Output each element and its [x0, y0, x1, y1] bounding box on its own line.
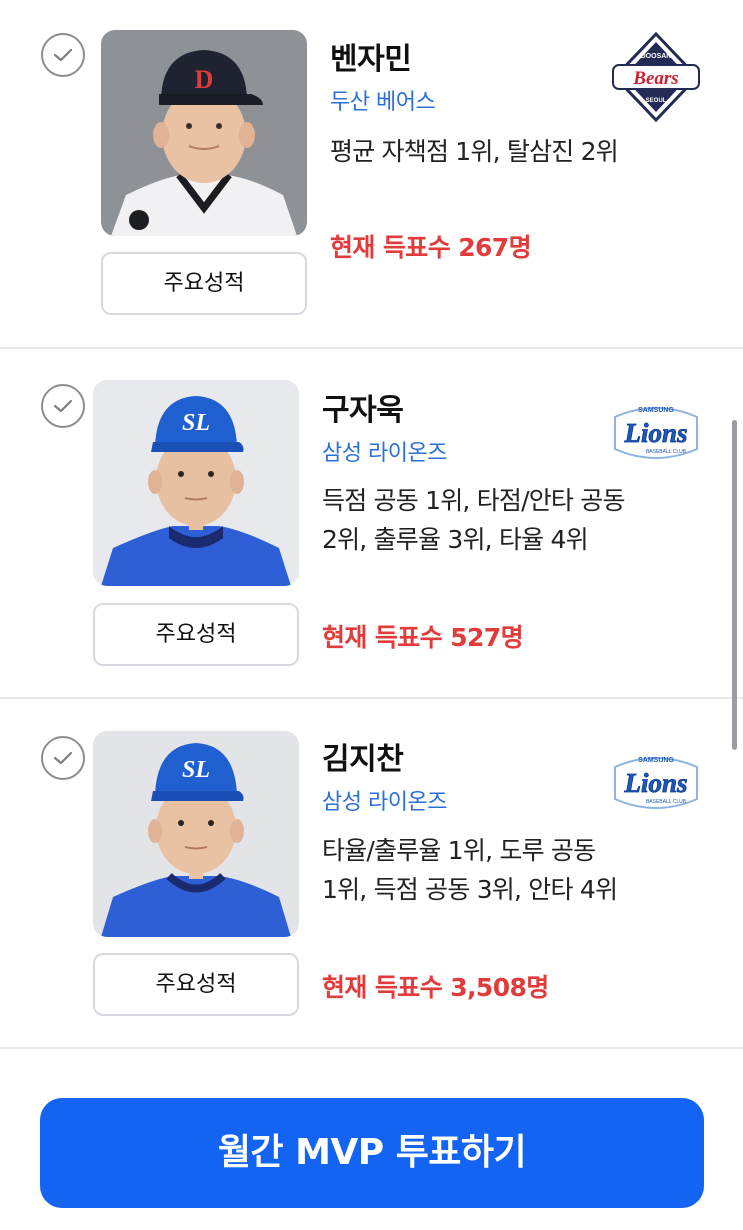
key-stats-button[interactable]: 주요성적 [93, 603, 299, 666]
bears-logo-text: Bears [632, 68, 678, 89]
lions-logo-top: SAMSUNG [638, 407, 674, 414]
select-checkbox[interactable] [41, 384, 85, 428]
player-record: 득점 공동 1위, 타점/안타 공동 2위, 출루율 3위, 타율 4위 [322, 486, 625, 554]
player-team[interactable]: 삼성 라이온즈 [322, 784, 447, 816]
lions-logo-bottom: BASEBALL CLUB [646, 799, 687, 805]
player-team[interactable]: 두산 베어스 [330, 84, 436, 116]
vote-count: 현재 득표수 527명 [322, 623, 524, 652]
lions-logo: SAMSUNG Lions BASEBALL CLUB [614, 407, 698, 459]
player-team[interactable]: 삼성 라이온즈 [322, 435, 447, 467]
player-name: 김지찬 [322, 742, 404, 777]
lions-logo-text: Lions [623, 418, 687, 448]
player-card-kim-jichan: SL 주요성적 김지찬 삼성 라이온즈 타율/출루율 1위, 도루 공동 1위,… [0, 699, 743, 1048]
cap-letter: SL [182, 757, 210, 783]
check-icon [53, 48, 73, 62]
cap-letter: D [195, 65, 214, 94]
bears-logo: Bears DOOSAN SEOUL [612, 32, 700, 122]
check-icon [53, 751, 73, 765]
bears-logo-top: DOOSAN [641, 53, 672, 60]
vote-count: 현재 득표수 267명 [330, 233, 532, 262]
player-photo: SL [93, 731, 299, 937]
player-card-benjamin: D 주요성적 벤자민 두산 베어스 평균 자책점 1위, 탈삼진 2위 현재 득… [0, 0, 743, 348]
player-photo: D [101, 30, 307, 236]
player-photo: SL [93, 380, 299, 586]
lions-logo-bottom: BASEBALL CLUB [646, 449, 687, 455]
player-card-koo-jaguk: SL 주요성적 구자욱 삼성 라이온즈 득점 공동 1위, 타점/안타 공동 2… [0, 349, 743, 698]
lions-logo-top: SAMSUNG [638, 757, 674, 764]
cap-letter: SL [182, 410, 210, 436]
lions-logo: SAMSUNG Lions BASEBALL CLUB [614, 757, 698, 809]
monthly-mvp-vote-button[interactable]: 월간 MVP 투표하기 [40, 1098, 704, 1208]
check-icon [53, 399, 73, 413]
select-checkbox[interactable] [41, 736, 85, 780]
divider [0, 1047, 743, 1049]
select-checkbox[interactable] [41, 33, 85, 77]
player-record: 타율/출루율 1위, 도루 공동 1위, 득점 공동 3위, 안타 4위 [322, 836, 618, 904]
player-name: 벤자민 [330, 42, 412, 77]
bears-logo-bottom: SEOUL [646, 98, 667, 104]
key-stats-button[interactable]: 주요성적 [93, 953, 299, 1016]
lions-logo-text: Lions [623, 768, 687, 798]
vote-count: 현재 득표수 3,508명 [322, 973, 549, 1002]
player-name: 구자욱 [322, 393, 404, 428]
key-stats-button[interactable]: 주요성적 [101, 252, 307, 315]
player-record: 평균 자책점 1위, 탈삼진 2위 [330, 137, 619, 166]
scrollbar[interactable] [732, 420, 737, 750]
